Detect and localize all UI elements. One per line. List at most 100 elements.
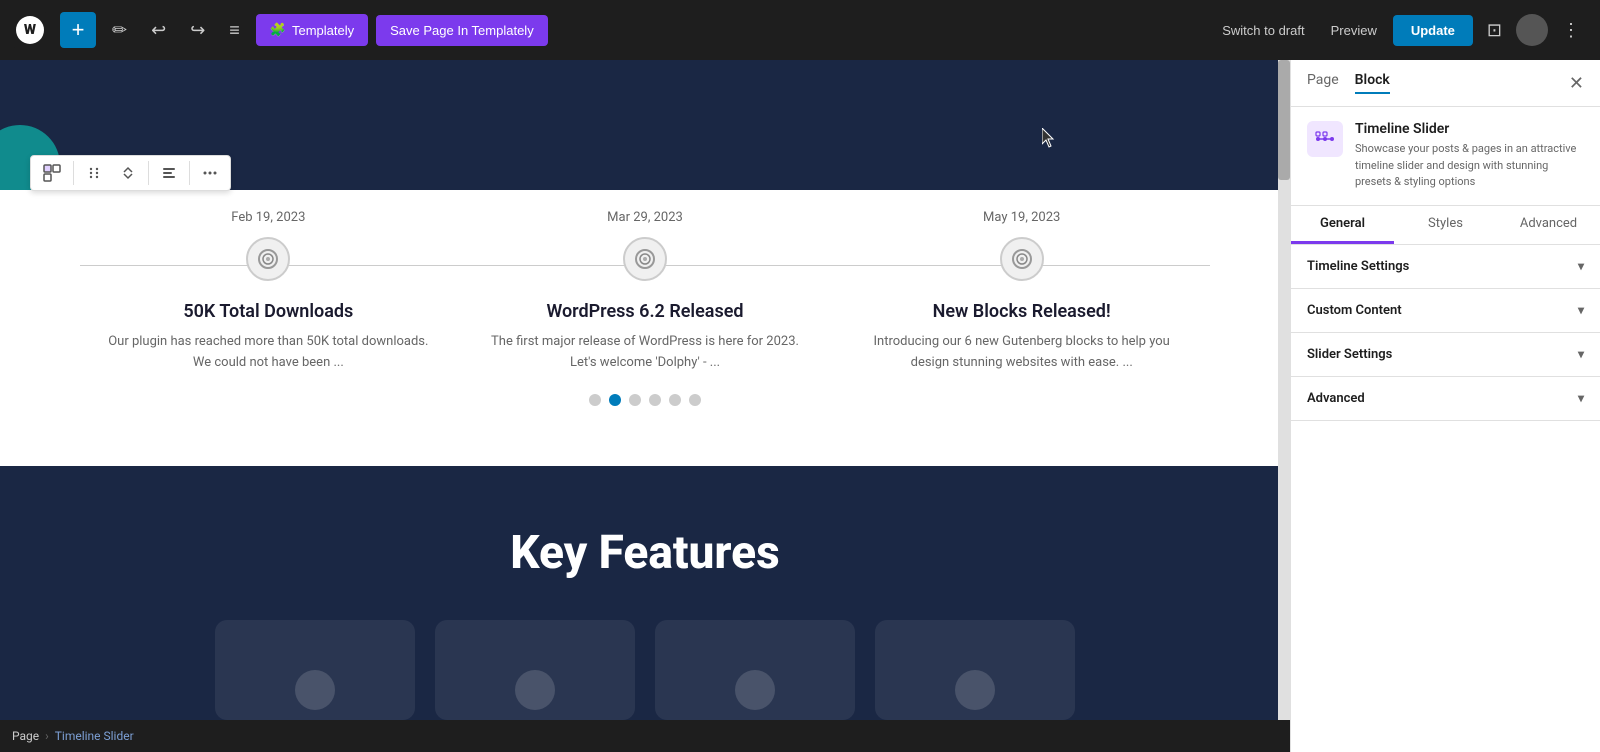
tab-block[interactable]: Block	[1355, 72, 1390, 94]
block-toolbar	[30, 155, 231, 191]
timeline-content-3: New Blocks Released! Introducing our 6 n…	[833, 301, 1210, 374]
slider-settings-label: Slider Settings	[1307, 347, 1392, 362]
advanced-section: Advanced ▾	[1291, 377, 1600, 421]
timeline-settings-header[interactable]: Timeline Settings ▾	[1291, 245, 1600, 288]
timeline-row: Feb 19, 2023 50K Total Downloads	[0, 210, 1290, 374]
slider-dot-1[interactable]	[589, 394, 601, 406]
slider-dot-4[interactable]	[649, 394, 661, 406]
slider-dot-6[interactable]	[689, 394, 701, 406]
timeline-item-1: Feb 19, 2023 50K Total Downloads	[80, 210, 457, 374]
panel-close-button[interactable]: ✕	[1569, 73, 1584, 94]
timeline-title-3: New Blocks Released!	[853, 301, 1190, 322]
wp-logo[interactable]: W	[12, 12, 48, 48]
timeline-desc-1: Our plugin has reached more than 50K tot…	[100, 332, 437, 374]
user-button[interactable]	[1516, 14, 1548, 46]
timeline-dot-inner-1	[258, 249, 278, 269]
canvas-area[interactable]: Feb 19, 2023 50K Total Downloads	[0, 60, 1290, 752]
main-toolbar: W + ✏ ↩ ↪ ≡ 🧩 Templately Save Page In Te…	[0, 0, 1600, 60]
timeline-content-1: 50K Total Downloads Our plugin has reach…	[80, 301, 457, 374]
breadcrumb-current[interactable]: Timeline Slider	[55, 729, 134, 743]
block-text-info: Timeline Slider Showcase your posts & pa…	[1355, 121, 1584, 191]
slider-dots	[0, 394, 1290, 406]
settings-view-button[interactable]: ⊡	[1479, 14, 1510, 47]
timeline-dot-3	[1000, 237, 1044, 281]
timeline-dot-inner-3	[1012, 249, 1032, 269]
feature-icon-1	[295, 670, 335, 710]
more-block-options-button[interactable]	[194, 159, 226, 187]
custom-content-chevron: ▾	[1578, 303, 1584, 317]
block-desc-text: Showcase your posts & pages in an attrac…	[1355, 141, 1584, 191]
slider-dot-5[interactable]	[669, 394, 681, 406]
timeline-settings-chevron: ▾	[1578, 259, 1584, 273]
custom-content-section: Custom Content ▾	[1291, 289, 1600, 333]
timeline-title-1: 50K Total Downloads	[100, 301, 437, 322]
menu-button[interactable]: ≡	[221, 14, 248, 47]
block-info: Timeline Slider Showcase your posts & pa…	[1291, 107, 1600, 206]
templately-button[interactable]: 🧩 Templately	[256, 14, 368, 46]
timeline-item-3: May 19, 2023 New Blocks Released!	[833, 210, 1210, 374]
feature-card-4	[875, 620, 1075, 720]
advanced-chevron: ▾	[1578, 391, 1584, 405]
timeline-dot-inner-2	[635, 249, 655, 269]
side-panel: Page Block ✕ Timeline Slider Showcase yo…	[1290, 60, 1600, 752]
panel-tabs: Page Block	[1307, 72, 1390, 94]
slider-settings-chevron: ▾	[1578, 347, 1584, 361]
slider-settings-header[interactable]: Slider Settings ▾	[1291, 333, 1600, 376]
timeline-item-2: Mar 29, 2023 WordPress 6.2 Released	[457, 210, 834, 374]
undo-button[interactable]: ↩	[143, 14, 174, 47]
sub-tab-advanced[interactable]: Advanced	[1497, 206, 1600, 244]
scroll-thumb[interactable]	[1278, 60, 1290, 180]
block-name-label: Timeline Slider	[1355, 121, 1584, 137]
sub-tabs: General Styles Advanced	[1291, 206, 1600, 245]
custom-content-label: Custom Content	[1307, 303, 1402, 318]
add-block-button[interactable]: +	[60, 12, 96, 48]
advanced-label: Advanced	[1307, 391, 1365, 406]
toolbar-divider-3	[189, 161, 190, 185]
slider-dot-3[interactable]	[629, 394, 641, 406]
feature-card-1	[215, 620, 415, 720]
timeline-settings-section: Timeline Settings ▾	[1291, 245, 1600, 289]
toolbar-right: Switch to draft Preview Update ⊡ ⋮	[1212, 14, 1588, 47]
timeline-content-2: WordPress 6.2 Released The first major r…	[457, 301, 834, 374]
key-features-section: Key Features	[0, 466, 1290, 752]
feature-icon-4	[955, 670, 995, 710]
tab-page[interactable]: Page	[1307, 72, 1339, 94]
breadcrumb-separator: ›	[45, 729, 49, 743]
advanced-header[interactable]: Advanced ▾	[1291, 377, 1600, 420]
feature-card-2	[435, 620, 635, 720]
block-icon	[1307, 121, 1343, 157]
timeline-date-3: May 19, 2023	[983, 210, 1060, 225]
templately-icon: 🧩	[270, 22, 286, 38]
preview-button[interactable]: Preview	[1321, 17, 1387, 44]
timeline-desc-2: The first major release of WordPress is …	[477, 332, 814, 374]
timeline-desc-3: Introducing our 6 new Gutenberg blocks t…	[853, 332, 1190, 374]
save-templately-button[interactable]: Save Page In Templately	[376, 15, 548, 46]
breadcrumb-page[interactable]: Page	[12, 729, 39, 743]
timeline-title-2: WordPress 6.2 Released	[477, 301, 814, 322]
slider-settings-section: Slider Settings ▾	[1291, 333, 1600, 377]
toolbar-divider-2	[148, 161, 149, 185]
main-layout: Feb 19, 2023 50K Total Downloads	[0, 60, 1600, 752]
custom-content-header[interactable]: Custom Content ▾	[1291, 289, 1600, 332]
timeline-date-2: Mar 29, 2023	[607, 210, 683, 225]
redo-button[interactable]: ↪	[182, 14, 213, 47]
drag-button[interactable]	[78, 159, 110, 187]
timeline-settings-label: Timeline Settings	[1307, 259, 1409, 274]
align-button[interactable]	[153, 159, 185, 187]
more-options-button[interactable]: ⋮	[1554, 14, 1588, 47]
sub-tab-styles[interactable]: Styles	[1394, 206, 1497, 244]
wp-logo-inner: W	[16, 16, 44, 44]
feature-icon-2	[515, 670, 555, 710]
timeline-dot-1	[246, 237, 290, 281]
toolbar-divider-1	[73, 161, 74, 185]
templately-label: Templately	[292, 23, 354, 38]
block-type-button[interactable]	[35, 158, 69, 188]
move-up-down-button[interactable]	[112, 159, 144, 187]
slider-dot-2[interactable]	[609, 394, 621, 406]
update-button[interactable]: Update	[1393, 15, 1473, 46]
edit-button[interactable]: ✏	[104, 14, 135, 47]
sub-tab-general[interactable]: General	[1291, 206, 1394, 244]
switch-draft-button[interactable]: Switch to draft	[1212, 17, 1314, 44]
scroll-track[interactable]	[1278, 60, 1290, 752]
feature-card-3	[655, 620, 855, 720]
